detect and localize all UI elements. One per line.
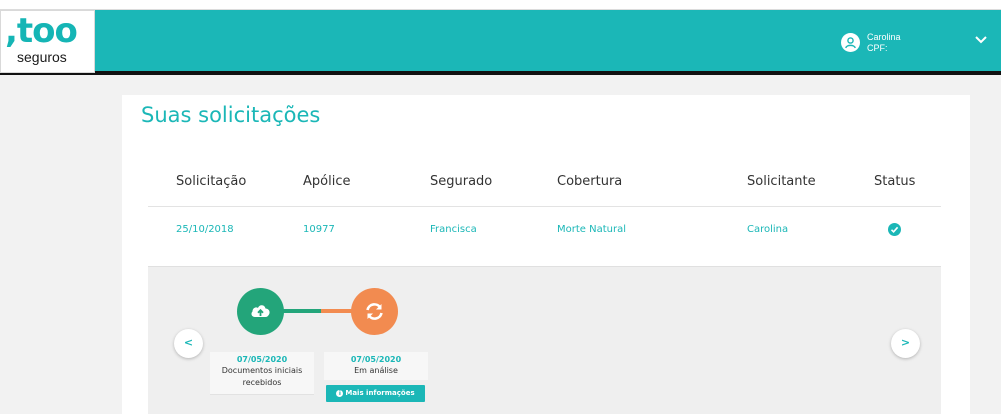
- user-avatar-icon[interactable]: [841, 33, 860, 52]
- info-icon: i: [336, 390, 344, 397]
- column-header-cobertura: Cobertura: [557, 174, 623, 189]
- step-label: Em análise: [354, 366, 398, 375]
- column-header-status: Status: [874, 174, 916, 189]
- brand-logo[interactable]: ,too seguros: [0, 10, 95, 73]
- step-in-analysis: [351, 288, 398, 335]
- step-card-documents: 07/05/2020 Documentos iniciais recebidos: [210, 352, 314, 395]
- more-info-button[interactable]: i Mais informações: [326, 385, 425, 402]
- chevron-down-icon[interactable]: [973, 34, 989, 46]
- user-icon: [845, 37, 856, 49]
- timeline-connector: [283, 309, 323, 313]
- cell-apolice: 10977: [303, 224, 335, 235]
- cell-cobertura: Morte Natural: [557, 224, 626, 235]
- timeline-connector: [321, 309, 353, 313]
- table-header-divider: [148, 206, 941, 207]
- cell-solicitante: Carolina: [747, 224, 789, 235]
- more-info-label: Mais informações: [345, 389, 415, 397]
- timeline-next-button[interactable]: >: [891, 329, 920, 358]
- user-cpf-label: CPF:: [867, 43, 888, 53]
- header-divider: [0, 71, 1001, 75]
- column-header-solicitante: Solicitante: [747, 174, 816, 189]
- page-title: Suas solicitações: [141, 103, 321, 127]
- refresh-icon: [366, 303, 383, 320]
- column-header-solicitacao: Solicitação: [176, 174, 247, 189]
- top-strip: [0, 0, 1001, 10]
- step-label: Documentos iniciais: [221, 366, 303, 375]
- step-date: 07/05/2020: [350, 355, 402, 364]
- cell-solicitacao: 25/10/2018: [176, 224, 234, 235]
- logo-subtext: seguros: [17, 49, 67, 65]
- column-header-apolice: Apólice: [303, 174, 351, 189]
- step-label: recebidos: [242, 378, 282, 387]
- step-documents-received: [237, 288, 284, 335]
- check-circle-icon: [888, 223, 901, 236]
- user-name: Carolina: [867, 32, 901, 42]
- timeline-prev-button[interactable]: <: [174, 329, 203, 358]
- column-header-segurado: Segurado: [430, 174, 493, 189]
- logo-text: ,too: [5, 11, 78, 51]
- step-date: 07/05/2020: [236, 355, 288, 364]
- cloud-upload-icon: [251, 305, 270, 317]
- cell-segurado: Francisca: [430, 224, 477, 235]
- step-card-analysis: 07/05/2020 Em análise: [324, 352, 428, 380]
